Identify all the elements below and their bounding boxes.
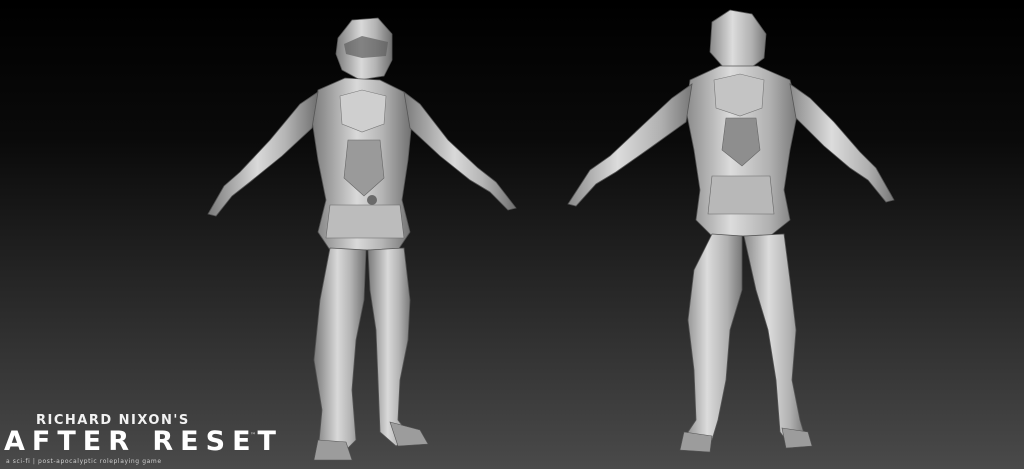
character-front-view: [0, 0, 1024, 469]
back-right-arm: [789, 83, 895, 203]
render-canvas: RICHARD NIXON'S AFTER RESET ™ a sci-fi |…: [0, 0, 1024, 469]
back-torso: [685, 65, 799, 237]
back-left-leg: [679, 233, 743, 453]
back-right-leg: [743, 233, 813, 449]
front-right-arm: [403, 91, 517, 211]
back-helmet: [709, 9, 767, 71]
front-left-leg: [313, 247, 367, 461]
front-left-arm: [207, 91, 319, 217]
back-left-arm: [567, 83, 693, 207]
front-right-leg: [367, 247, 429, 447]
front-helmet: [335, 17, 393, 81]
front-torso: [311, 77, 413, 251]
